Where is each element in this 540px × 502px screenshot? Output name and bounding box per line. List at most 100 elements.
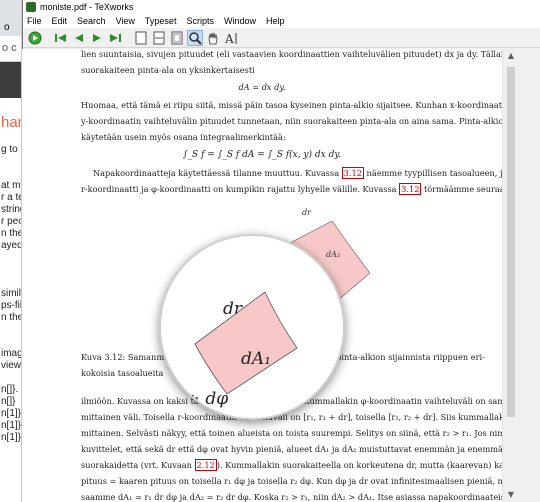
background-text-line: at my c xyxy=(1,180,21,191)
background-text-line: hang xyxy=(1,114,21,131)
background-tab-bar: o xyxy=(0,0,21,36)
actual-size-icon xyxy=(135,31,147,44)
select-text-button[interactable]: A xyxy=(223,30,239,46)
menu-search[interactable]: Search xyxy=(72,16,111,26)
menu-typeset[interactable]: Typeset xyxy=(140,16,182,26)
fit-window-icon xyxy=(171,31,183,44)
fit-width-button[interactable] xyxy=(151,30,167,46)
pdf-viewport[interactable]: lien suuntaisia, sivujen pituudet (eli v… xyxy=(22,49,502,502)
doc-line: y-koordinaatin vaihteluvälin pituudet tu… xyxy=(81,116,502,126)
doc-line: käytetään usein myös osana integraalimer… xyxy=(81,132,286,142)
doc-line: suorakaiteen pinta-ala on yksinkertaises… xyxy=(81,65,255,75)
scroll-hand-button[interactable] xyxy=(205,30,221,46)
fit-width-icon xyxy=(153,31,165,44)
background-text-line xyxy=(0,336,21,348)
background-text-line: n[1]}. xyxy=(1,432,22,443)
window-title: moniste.pdf - TeXworks xyxy=(40,1,134,12)
background-text-line: image xyxy=(1,348,21,359)
scroll-down-arrow[interactable]: ▼ xyxy=(503,488,519,502)
menu-bar: File Edit Search View Typeset Scripts Wi… xyxy=(23,13,540,28)
figure-caption: Kuva 3.12: Samanmitt xyxy=(81,352,174,362)
label-big-dA1: dA₁ xyxy=(241,349,271,369)
next-page-button[interactable] xyxy=(89,30,105,46)
menu-edit[interactable]: Edit xyxy=(47,16,73,26)
figure-caption: kokoisia tasoalueita xyxy=(81,368,164,378)
menu-file[interactable]: File xyxy=(23,16,47,26)
background-text-line: simila xyxy=(1,288,21,299)
fit-window-button[interactable] xyxy=(169,30,185,46)
last-page-button[interactable] xyxy=(107,30,123,46)
doc-line: mittainen. Selvästi näkyy, että toinen a… xyxy=(81,428,502,438)
first-page-icon xyxy=(55,33,66,42)
background-header xyxy=(0,62,21,98)
background-text-line: n[1]}. xyxy=(1,420,22,431)
first-page-button[interactable] xyxy=(53,30,69,46)
label-big-r1dphi: r₁ dφ xyxy=(185,389,228,409)
typeset-button[interactable] xyxy=(27,30,43,46)
background-address-bar[interactable]: o c xyxy=(0,36,21,62)
background-text-line xyxy=(0,132,21,144)
doc-line-with-ref: Napakoordinaatteja käytettäessä tilanne … xyxy=(93,167,502,179)
doc-line-with-ref: suorakaidetta (vrt. Kuvaan 2.12). Kummal… xyxy=(81,459,502,471)
next-page-icon xyxy=(93,33,101,42)
figure-ref-link[interactable]: 2.12 xyxy=(194,459,217,471)
background-text-line: g to us xyxy=(1,144,21,155)
label-small-dr: dr xyxy=(302,208,312,217)
doc-line: pituus = kaaren pituus on toisella r₁ dφ… xyxy=(81,476,502,486)
background-text-line xyxy=(0,276,21,288)
background-text-line: n the li xyxy=(1,312,22,323)
background-text-line: n[]}. xyxy=(1,384,19,395)
magnify-icon xyxy=(189,31,202,45)
scroll-up-arrow[interactable]: ▲ xyxy=(503,49,519,63)
background-text-line: view, p xyxy=(1,360,22,371)
typeset-icon xyxy=(28,31,42,44)
menu-window[interactable]: Window xyxy=(219,16,261,26)
background-text-line: r people xyxy=(1,216,21,227)
doc-line-with-ref: r-koordinaatti ja φ-koordinaatti on kump… xyxy=(81,183,502,195)
background-text-line xyxy=(0,264,21,276)
background-content: hang g to us at my cr a textstringr people… xyxy=(0,98,21,444)
figure-ref-link[interactable]: 3.12 xyxy=(399,183,422,195)
actual-size-button[interactable] xyxy=(133,30,149,46)
equation-integral: ∫_S f = ∫_S f dA = ∫_S f(x, y) dx dy. xyxy=(182,150,342,160)
doc-line: kuvittelet, että sekä dr että dφ ovat hy… xyxy=(81,444,502,454)
equation-dA: dA = dx dy. xyxy=(238,82,286,92)
doc-line: Huomaa, että tämä ei riipu siitä, missä … xyxy=(81,100,502,110)
background-text-line: ps-file xyxy=(1,300,22,311)
background-text-line: string xyxy=(1,204,21,215)
magnify-button[interactable] xyxy=(187,29,203,46)
background-text-line: n[1]}. xyxy=(1,408,22,419)
doc-line: saamme dA₁ = r₁ dr dφ ja dA₂ = r₂ dr dφ.… xyxy=(81,492,502,502)
previous-page-icon xyxy=(75,33,83,42)
background-text-line xyxy=(0,372,21,384)
background-text-line: r a text xyxy=(1,192,21,203)
title-bar: moniste.pdf - TeXworks xyxy=(23,0,540,13)
label-big-dr: dr xyxy=(223,299,243,319)
background-text-line xyxy=(0,156,21,168)
menu-scripts[interactable]: Scripts xyxy=(181,16,219,26)
background-text-line: n[]} xyxy=(1,396,16,407)
magnified-figure: dr dA₁ r₁ dφ xyxy=(185,291,298,409)
toolbar: A xyxy=(23,28,540,48)
background-text-line: ayed. xyxy=(1,240,21,251)
scroll-hand-icon xyxy=(208,32,218,44)
texworks-app-icon xyxy=(26,1,36,12)
background-tab-text: o xyxy=(4,22,10,33)
background-text-line: n the a xyxy=(1,228,22,239)
background-text-line xyxy=(0,252,21,264)
magnifier-lens[interactable]: dr dA₁ r₁ dφ xyxy=(159,234,345,420)
last-page-icon xyxy=(110,33,121,42)
menu-help[interactable]: Help xyxy=(261,16,290,26)
figure-ref-link[interactable]: 3.12 xyxy=(341,167,364,179)
menu-view[interactable]: View xyxy=(111,16,140,26)
vertical-scrollbar[interactable]: ▲ ▼ xyxy=(502,49,518,502)
select-text-icon: A xyxy=(224,32,237,45)
previous-page-button[interactable] xyxy=(71,30,87,46)
background-text-line xyxy=(0,102,21,114)
region-dA1 xyxy=(194,291,298,395)
background-text-line xyxy=(0,168,21,180)
background-text-line xyxy=(0,324,21,336)
background-window: o o c hang g to us at my cr a textstringr … xyxy=(0,0,22,502)
svg-text:A: A xyxy=(224,32,234,45)
scrollbar-thumb[interactable] xyxy=(507,67,515,417)
